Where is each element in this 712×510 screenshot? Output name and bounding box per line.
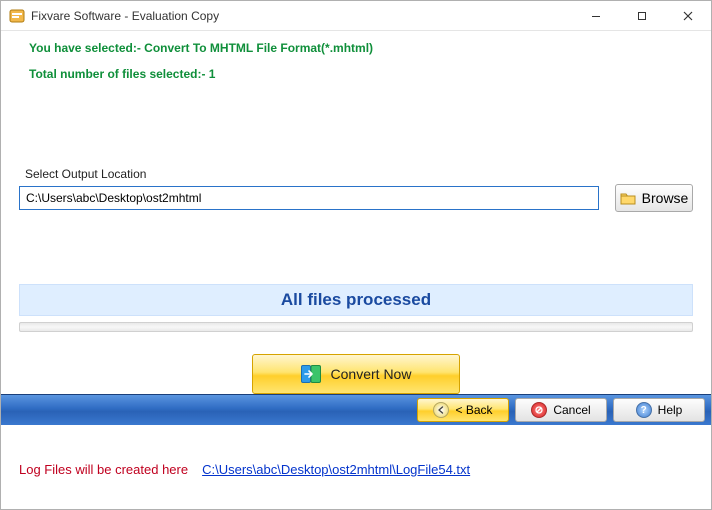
cancel-button[interactable]: Cancel <box>515 398 607 422</box>
cancel-button-label: Cancel <box>553 403 590 417</box>
help-button-label: Help <box>658 403 683 417</box>
status-section: All files processed <box>19 284 693 332</box>
window-title: Fixvare Software - Evaluation Copy <box>31 9 573 23</box>
footer-bar: < Back Cancel ? Help <box>1 394 711 425</box>
titlebar: Fixvare Software - Evaluation Copy <box>1 1 711 31</box>
info-block: You have selected:- Convert To MHTML Fil… <box>1 31 711 97</box>
file-count-text: Total number of files selected:- 1 <box>29 67 689 81</box>
output-path-input[interactable] <box>19 186 599 210</box>
output-location-label: Select Output Location <box>25 167 693 181</box>
window-maximize-button[interactable] <box>619 1 665 31</box>
output-location-section: Select Output Location Browse <box>1 167 711 212</box>
convert-icon <box>301 365 321 383</box>
convert-now-button[interactable]: Convert Now <box>252 354 460 394</box>
back-button-label: < Back <box>455 403 492 417</box>
window-minimize-button[interactable] <box>573 1 619 31</box>
cancel-icon <box>531 402 547 418</box>
window-close-button[interactable] <box>665 1 711 31</box>
browse-button-label: Browse <box>642 190 689 206</box>
browse-button[interactable]: Browse <box>615 184 693 212</box>
progress-bar <box>19 322 693 332</box>
folder-icon <box>620 191 636 205</box>
help-icon: ? <box>636 402 652 418</box>
back-button[interactable]: < Back <box>417 398 509 422</box>
app-window: Fixvare Software - Evaluation Copy You h… <box>0 0 712 510</box>
client-area: You have selected:- Convert To MHTML Fil… <box>1 31 711 509</box>
convert-button-label: Convert Now <box>331 366 412 382</box>
app-icon <box>9 8 25 24</box>
selected-format-text: You have selected:- Convert To MHTML Fil… <box>29 41 689 55</box>
status-text: All files processed <box>281 290 431 310</box>
help-button[interactable]: ? Help <box>613 398 705 422</box>
log-file-link[interactable]: C:\Users\abc\Desktop\ost2mhtml\LogFile54… <box>202 462 470 477</box>
status-bar: All files processed <box>19 284 693 316</box>
log-row: Log Files will be created here C:\Users\… <box>19 462 693 477</box>
log-label: Log Files will be created here <box>19 462 188 477</box>
arrow-left-icon <box>433 402 449 418</box>
